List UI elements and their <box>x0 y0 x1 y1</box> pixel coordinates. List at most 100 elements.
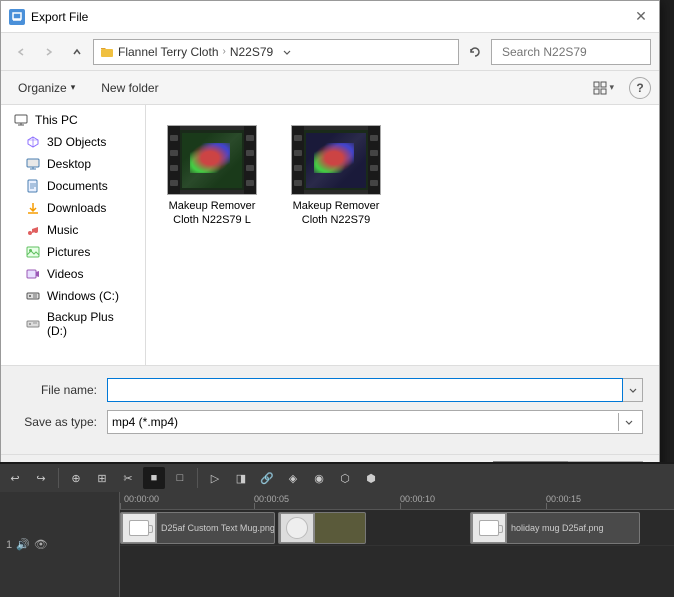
time-tick-3 <box>546 503 547 509</box>
file-item-2[interactable]: Makeup Remover Cloth N22S79 <box>286 121 386 232</box>
search-input[interactable] <box>502 45 657 59</box>
documents-icon <box>25 178 41 194</box>
sidebar-item-desktop[interactable]: Desktop <box>1 153 145 175</box>
file-name-row: File name: <box>17 378 643 402</box>
time-tick-0 <box>120 503 121 509</box>
timeline-area: ↩ ↪ ⊕ ⊞ ✂ ■ □ ▷ ◨ 🔗 ◈ ◉ ⬡ ⬢ 1 🔊 👁 <box>0 462 674 597</box>
clip-label-3: holiday mug D25af.png <box>507 521 639 535</box>
file-name-2: Makeup Remover Cloth N22S79 <box>290 199 382 228</box>
timeline-tool-split[interactable]: ◨ <box>230 467 252 489</box>
save-type-label: Save as type: <box>17 415 107 429</box>
refresh-button[interactable] <box>463 40 487 64</box>
sidebar-label: Windows (C:) <box>47 289 119 303</box>
timeline-track-area: 00:00:00 00:00:05 00:00:10 00:00:15 <box>120 492 674 597</box>
organize-button[interactable]: Organize ▾ <box>9 77 84 99</box>
file-area: Makeup Remover Cloth N22S79 L <box>146 105 659 365</box>
cloth-image <box>306 133 366 188</box>
timeline-sep-2 <box>197 468 198 488</box>
save-type-value: mp4 (*.mp4) <box>112 415 178 429</box>
back-button[interactable] <box>9 40 33 64</box>
breadcrumb-part1: Flannel Terry Cloth <box>118 45 219 59</box>
sidebar-label: Videos <box>47 267 83 281</box>
sidebar-label: This PC <box>35 113 78 127</box>
navigation-bar: Flannel Terry Cloth › N22S79 <box>1 33 659 71</box>
clip-label-1: D25af Custom Text Mug.png <box>157 521 274 535</box>
file-item-1[interactable]: Makeup Remover Cloth N22S79 L <box>162 121 262 232</box>
timeline-tool-play[interactable]: ▷ <box>204 467 226 489</box>
address-bar: Flannel Terry Cloth › N22S79 <box>93 39 459 65</box>
track-number: 1 <box>6 539 12 551</box>
pc-icon <box>13 112 29 128</box>
sidebar-item-3d-objects[interactable]: 3D Objects <box>1 131 145 153</box>
time-mark-3: 00:00:15 <box>546 494 581 504</box>
timeline-tool-hex1[interactable]: ⬡ <box>334 467 356 489</box>
downloads-icon <box>25 200 41 216</box>
toolbar: Organize ▾ New folder ▾ ? <box>1 71 659 105</box>
file-name-dropdown[interactable] <box>623 378 643 402</box>
sidebar-item-this-pc[interactable]: This PC <box>1 109 145 131</box>
sidebar-label: Pictures <box>47 245 90 259</box>
timeline-tool-add[interactable]: ⊕ <box>65 467 87 489</box>
timeline-tool-redo[interactable]: ↪ <box>30 467 52 489</box>
timeline-tool-snap[interactable]: ◈ <box>282 467 304 489</box>
film-strip-right <box>244 126 256 194</box>
timeline-tool-light[interactable]: □ <box>169 467 191 489</box>
sidebar-label: Music <box>47 223 78 237</box>
timeline-tool-cut[interactable]: ✂ <box>117 467 139 489</box>
view-button[interactable]: ▾ <box>586 77 621 99</box>
breadcrumb-sep: › <box>223 46 226 57</box>
time-tick-1 <box>254 503 255 509</box>
export-file-dialog: Export File ✕ Flannel Terry Cloth › N22S… <box>0 0 660 494</box>
folder-icon <box>100 45 114 59</box>
timeline-tool-grid[interactable]: ⊞ <box>91 467 113 489</box>
3d-icon <box>25 134 41 150</box>
time-mark-2: 00:00:10 <box>400 494 435 504</box>
timeline-tool-undo[interactable]: ↩ <box>4 467 26 489</box>
videos-icon <box>25 266 41 282</box>
timeline-tool-circle[interactable]: ◉ <box>308 467 330 489</box>
desktop-icon <box>25 156 41 172</box>
sidebar-item-pictures[interactable]: Pictures <box>1 241 145 263</box>
timeline-tool-link[interactable]: 🔗 <box>256 467 278 489</box>
address-dropdown-button[interactable] <box>277 42 297 62</box>
sidebar-item-backup-d[interactable]: Backup Plus (D:) <box>1 307 145 341</box>
sidebar-item-documents[interactable]: Documents <box>1 175 145 197</box>
sidebar-item-windows-c[interactable]: Windows (C:) <box>1 285 145 307</box>
sidebar-item-music[interactable]: Music <box>1 219 145 241</box>
time-tick-2 <box>400 503 401 509</box>
sidebar-label: Backup Plus (D:) <box>47 310 133 338</box>
track-label-1: 1 🔊 👁 <box>6 527 113 563</box>
main-content-area: This PC 3D Objects Desktop Documents <box>1 105 659 365</box>
timeline-tool-hex2[interactable]: ⬢ <box>360 467 382 489</box>
time-mark-1: 00:00:05 <box>254 494 289 504</box>
file-thumbnail-2 <box>291 125 381 195</box>
help-button[interactable]: ? <box>629 77 651 99</box>
dialog-icon <box>9 9 25 25</box>
forward-button[interactable] <box>37 40 61 64</box>
timeline-tool-dark[interactable]: ■ <box>143 467 165 489</box>
up-button[interactable] <box>65 40 89 64</box>
thumbnail-content <box>304 130 368 190</box>
sidebar-item-videos[interactable]: Videos <box>1 263 145 285</box>
cloth-image <box>182 133 242 188</box>
view-icon <box>593 81 607 95</box>
timeline-sep-1 <box>58 468 59 488</box>
dropdown-arrow[interactable] <box>618 413 638 431</box>
bottom-section: File name: Save as type: mp4 (*.mp4) <box>1 365 659 454</box>
clip-3[interactable]: holiday mug D25af.png <box>470 512 640 544</box>
file-name-input[interactable] <box>107 378 623 402</box>
clip-thumb-2 <box>279 513 315 543</box>
save-type-row: Save as type: mp4 (*.mp4) <box>17 410 643 434</box>
breadcrumb-part2: N22S79 <box>230 45 273 59</box>
search-bar <box>491 39 651 65</box>
film-strip-left <box>168 126 180 194</box>
track-icons: 🔊 👁 <box>16 538 48 551</box>
sidebar-item-downloads[interactable]: Downloads <box>1 197 145 219</box>
sidebar-label: Desktop <box>47 157 91 171</box>
film-strip-left <box>292 126 304 194</box>
clip-1[interactable]: D25af Custom Text Mug.png <box>120 512 275 544</box>
save-type-dropdown[interactable]: mp4 (*.mp4) <box>107 410 643 434</box>
new-folder-button[interactable]: New folder <box>92 77 167 99</box>
clip-2[interactable] <box>278 512 366 544</box>
close-button[interactable]: ✕ <box>631 7 651 27</box>
